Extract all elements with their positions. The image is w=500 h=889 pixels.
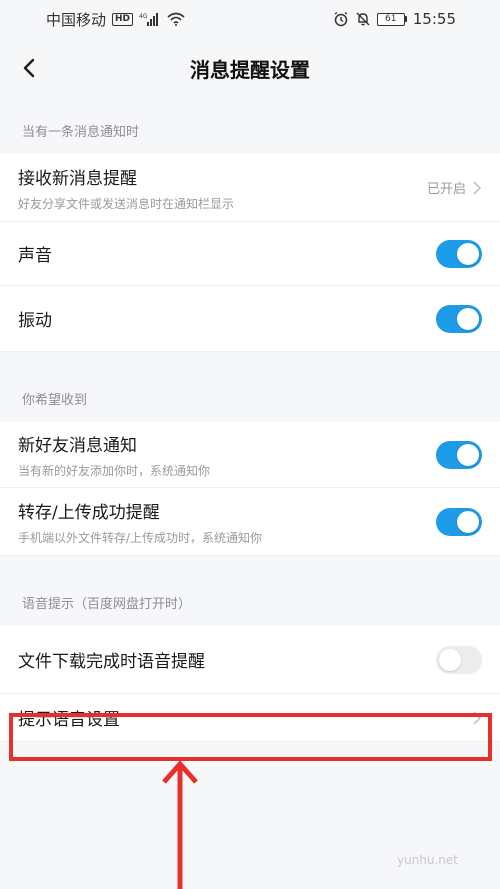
status-bar: 中国移动 HD 4G 61 15:55 [0, 0, 500, 38]
download-voice-row: 文件下载完成时语音提醒 [0, 626, 500, 694]
status-left: 中国移动 HD 4G [46, 9, 185, 30]
section-header-notification: 当有一条消息通知时 [0, 98, 500, 154]
carrier-name: 中国移动 [46, 10, 107, 29]
watermark: yunhu.net [396, 853, 458, 867]
transfer-toggle[interactable] [436, 507, 482, 536]
transfer-success-row: 转存/上传成功提醒 手机端以外文件转存/上传成功时，系统通知你 [0, 488, 500, 556]
receive-new-message-row[interactable]: 接收新消息提醒 好友分享文件或发送消息时在通知栏显示 已开启 [0, 154, 500, 222]
chevron-right-icon [473, 180, 482, 195]
vibrate-row: 振动 [0, 286, 500, 352]
battery-icon: 61 [376, 12, 407, 26]
chevron-right-icon [473, 710, 482, 725]
battery-level: 61 [376, 12, 405, 26]
voice-settings-row[interactable]: 提示语音设置 [0, 694, 500, 742]
nav-bar: 消息提醒设置 [0, 38, 500, 98]
alarm-icon [333, 11, 349, 27]
download-voice-row-title: 文件下载完成时语音提醒 [18, 652, 205, 672]
section-header-receive: 你希望收到 [0, 352, 500, 422]
new-friend-row-subtitle: 当有新的好友添加你时，系统通知你 [18, 463, 211, 478]
receive-row-title: 接收新消息提醒 [18, 168, 137, 189]
transfer-row-title: 转存/上传成功提醒 [18, 502, 160, 523]
transfer-row-text: 转存/上传成功提醒 手机端以外文件转存/上传成功时，系统通知你 [18, 498, 262, 546]
hd-icon: HD [112, 12, 134, 26]
sound-toggle[interactable] [436, 239, 482, 268]
status-right: 61 15:55 [333, 10, 456, 28]
mute-bell-icon [355, 11, 371, 27]
voice-settings-row-title: 提示语音设置 [18, 710, 120, 730]
new-friend-row: 新好友消息通知 当有新的好友添加你时，系统通知你 [0, 422, 500, 488]
status-time: 15:55 [412, 10, 456, 28]
page-title: 消息提醒设置 [190, 57, 310, 82]
vibrate-toggle[interactable] [436, 304, 482, 333]
download-voice-toggle[interactable] [436, 645, 482, 674]
wifi-icon [167, 12, 185, 26]
new-friend-toggle[interactable] [436, 440, 482, 469]
receive-row-text: 接收新消息提醒 好友分享文件或发送消息时在通知栏显示 [18, 164, 234, 212]
network-type-label: 4G [139, 13, 148, 20]
new-friend-row-title: 新好友消息通知 [18, 435, 137, 456]
receive-row-right: 已开启 [427, 178, 482, 197]
receive-row-subtitle: 好友分享文件或发送消息时在通知栏显示 [18, 196, 235, 211]
annotation-arrow-icon [162, 760, 198, 889]
receive-status-text: 已开启 [426, 182, 466, 197]
sound-row: 声音 [0, 222, 500, 286]
signal-icon: 4G [139, 12, 161, 26]
sound-row-title: 声音 [18, 246, 52, 266]
transfer-row-subtitle: 手机端以外文件转存/上传成功时，系统通知你 [18, 530, 263, 545]
section-header-voice: 语音提示（百度网盘打开时） [0, 556, 500, 626]
back-arrow-icon[interactable] [18, 56, 42, 80]
new-friend-row-text: 新好友消息通知 当有新的好友添加你时，系统通知你 [18, 431, 210, 479]
vibrate-row-title: 振动 [18, 311, 52, 331]
